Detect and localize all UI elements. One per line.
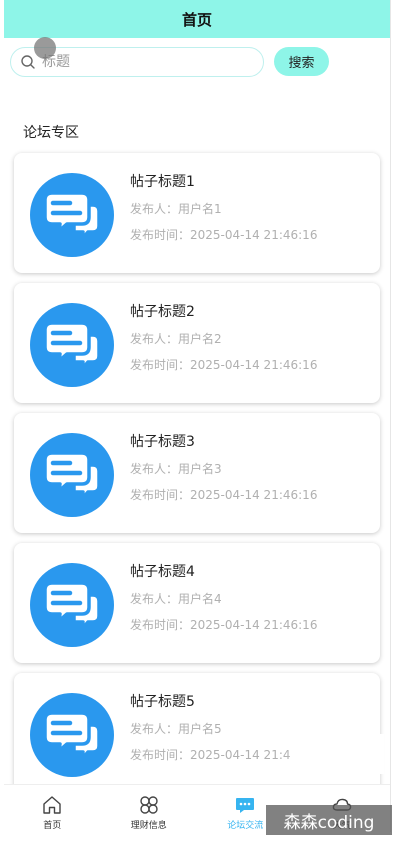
tab-finance-info[interactable]: 理财信息: [101, 785, 198, 832]
post-title: 帖子标题2: [130, 304, 195, 320]
post-time: 发布时间：2025-04-14 21:4: [130, 748, 291, 762]
post-avatar: [30, 693, 114, 777]
post-author: 发布人：用户名4: [130, 592, 222, 606]
chat-bubble-icon: [43, 711, 101, 761]
search-button-label: 搜索: [288, 56, 315, 71]
post-card[interactable]: 帖子标题4 发布人：用户名4 发布时间：2025-04-14 21:46:16: [14, 543, 380, 663]
tab-home[interactable]: 首页: [4, 785, 101, 832]
post-avatar: [30, 173, 114, 257]
chat-bubble-icon: [43, 321, 101, 371]
post-list: 帖子标题1 发布人：用户名1 发布时间：2025-04-14 21:46:16 …: [14, 153, 380, 803]
post-author: 发布人：用户名2: [130, 332, 222, 346]
post-card[interactable]: 帖子标题5 发布人：用户名5 发布时间：2025-04-14 21:4: [14, 673, 380, 793]
search-input[interactable]: [42, 54, 242, 70]
search-row: 搜索: [4, 38, 390, 88]
watermark: 森森coding: [266, 805, 392, 835]
post-time: 发布时间：2025-04-14 21:46:16: [130, 358, 318, 372]
post-avatar: [30, 563, 114, 647]
post-avatar: [30, 433, 114, 517]
post-card[interactable]: 帖子标题3 发布人：用户名3 发布时间：2025-04-14 21:46:16: [14, 413, 380, 533]
post-title: 帖子标题5: [130, 694, 195, 710]
tab-label: 论坛交流: [227, 821, 264, 831]
post-author: 发布人：用户名5: [130, 722, 222, 736]
home-icon: [43, 796, 61, 814]
touch-indicator: [34, 37, 56, 59]
post-title: 帖子标题1: [130, 174, 195, 190]
chat-bubble-icon: [43, 191, 101, 241]
post-title: 帖子标题4: [130, 564, 195, 580]
header-bar: 首页: [4, 0, 390, 38]
post-time: 发布时间：2025-04-14 21:46:16: [130, 228, 318, 242]
grid-icon: [140, 796, 158, 814]
chat-icon: [236, 798, 255, 813]
chat-bubble-icon: [43, 581, 101, 631]
post-author: 发布人：用户名3: [130, 462, 222, 476]
overlay-fade: [284, 734, 384, 774]
post-avatar: [30, 303, 114, 387]
post-time: 发布时间：2025-04-14 21:46:16: [130, 618, 318, 632]
post-title: 帖子标题3: [130, 434, 195, 450]
chat-bubble-icon: [43, 451, 101, 501]
app-screen: 首页 搜索 论坛专区 帖子标题1 发布人：用户名1: [4, 0, 391, 832]
post-time: 发布时间：2025-04-14 21:46:16: [130, 488, 318, 502]
search-icon: [21, 55, 35, 69]
search-button[interactable]: 搜索: [274, 47, 329, 76]
tab-label: 首页: [43, 821, 62, 831]
post-card[interactable]: 帖子标题2 发布人：用户名2 发布时间：2025-04-14 21:46:16: [14, 283, 380, 403]
post-author: 发布人：用户名1: [130, 202, 222, 216]
post-card[interactable]: 帖子标题1 发布人：用户名1 发布时间：2025-04-14 21:46:16: [14, 153, 380, 273]
section-title: 论坛专区: [23, 125, 79, 141]
page-title: 首页: [181, 10, 212, 29]
tab-label: 理财信息: [130, 821, 167, 831]
